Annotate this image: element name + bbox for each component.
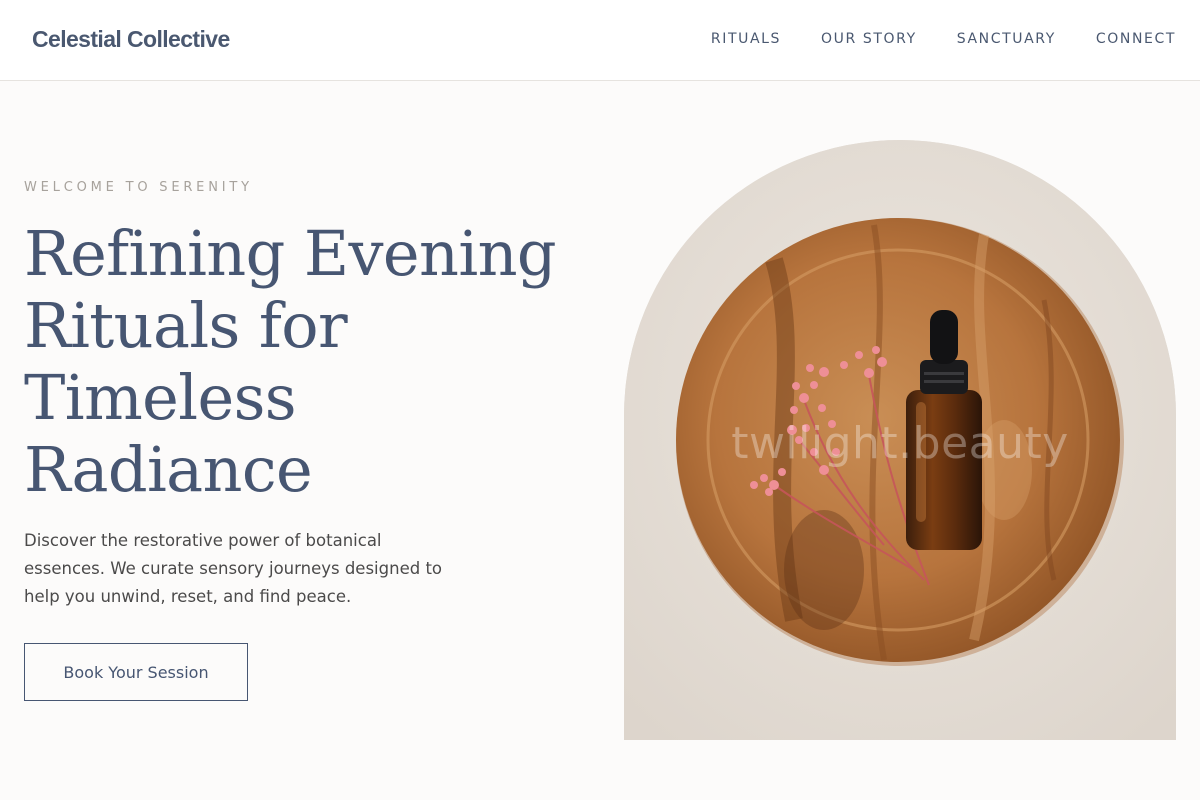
headline-line: Rituals for — [24, 289, 348, 362]
site-logo[interactable]: Celestial Collective — [32, 24, 230, 54]
headline-line: Refining Evening — [24, 217, 557, 290]
hero-arch-image — [624, 140, 1176, 740]
headline-line: Radiance — [24, 433, 313, 506]
intro-line: Discover the restorative power of botani… — [24, 531, 382, 550]
book-session-button[interactable]: Book Your Session — [24, 643, 248, 701]
hero-headline: Refining Evening Rituals for Timeless Ra… — [24, 218, 604, 506]
hero-intro: Discover the restorative power of botani… — [24, 527, 474, 611]
hero-eyebrow: WELCOME TO SERENITY — [24, 180, 253, 195]
nav-link-our-story[interactable]: OUR STORY — [821, 29, 917, 49]
intro-line: essences. We curate sensory journeys des… — [24, 559, 443, 578]
headline-line: Timeless — [24, 361, 297, 434]
nav-link-sanctuary[interactable]: SANCTUARY — [957, 29, 1056, 49]
main-nav: RITUALS OUR STORY SANCTUARY CONNECT — [711, 29, 1176, 49]
serum-bottle-on-wood-plate-illustration — [624, 140, 1176, 740]
nav-link-rituals[interactable]: RITUALS — [711, 29, 781, 49]
nav-link-connect[interactable]: CONNECT — [1096, 29, 1176, 49]
site-header: Celestial Collective RITUALS OUR STORY S… — [0, 0, 1200, 81]
intro-line: help you unwind, reset, and find peace. — [24, 587, 352, 606]
